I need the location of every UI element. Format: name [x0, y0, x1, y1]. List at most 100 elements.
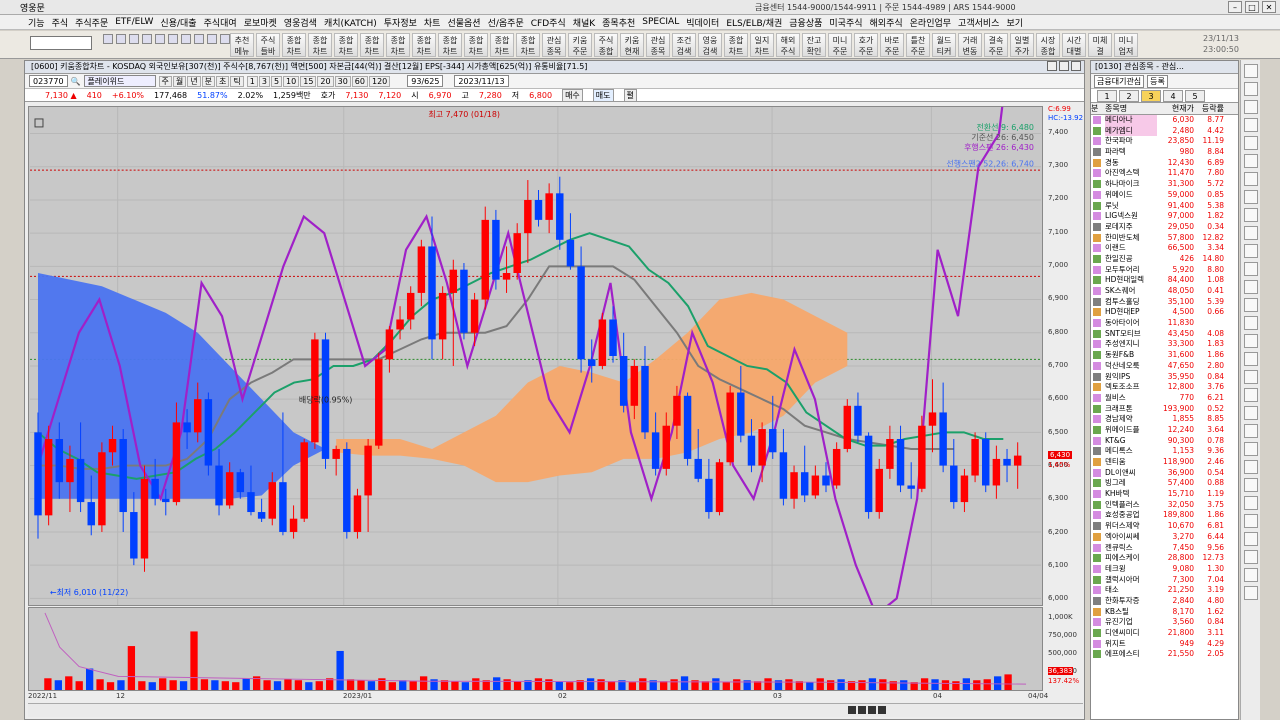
menu-item[interactable]: 고객서비스	[958, 16, 999, 29]
menu-item[interactable]: 캐치(KATCH)	[324, 16, 377, 29]
memo-icon[interactable]	[194, 34, 204, 44]
menu-item[interactable]: 신용/대출	[160, 16, 196, 29]
tool-icon[interactable]	[1244, 496, 1258, 510]
toolbar-button[interactable]: 종합 차트	[360, 33, 384, 57]
menu-item[interactable]: SPECIAL	[642, 17, 679, 27]
toolbar-button[interactable]: 종합 차트	[412, 33, 436, 57]
minimize-icon[interactable]	[1047, 61, 1057, 71]
list-item[interactable]: 테크윙 9,080 1.30	[1091, 564, 1238, 575]
tool-icon[interactable]	[1244, 550, 1258, 564]
toolbar-button[interactable]: 종합 차트	[464, 33, 488, 57]
volume-plot[interactable]	[28, 607, 1043, 691]
list-item[interactable]: 메디아나 6,030 8.77	[1091, 115, 1238, 126]
tool-icon[interactable]	[1244, 100, 1258, 114]
list-item[interactable]: 한일진공 426 14.80	[1091, 254, 1238, 265]
menu-item[interactable]: ELS/ELB/채권	[726, 16, 782, 29]
toolbar-button[interactable]: 영웅 검색	[698, 33, 722, 57]
count-input[interactable]: 93/625	[407, 75, 444, 87]
toolbar-button[interactable]: 바로 주문	[880, 33, 904, 57]
list-item[interactable]: 디엔씨미디 21,800 3.11	[1091, 628, 1238, 639]
list-item[interactable]: HD현대EP 4,500 0.66	[1091, 307, 1238, 318]
forward-icon[interactable]	[878, 706, 886, 714]
list-item[interactable]: 원익IPS 35,950 0.84	[1091, 372, 1238, 383]
menu-item[interactable]: 금융상품	[789, 16, 822, 29]
toolbar-button[interactable]: 미니 업저	[1114, 33, 1138, 57]
list-item[interactable]: 한국파마 23,850 11.19	[1091, 136, 1238, 147]
list-item[interactable]: 아진엑스텍 11,470 7.80	[1091, 168, 1238, 179]
watchlist-tab[interactable]: 1	[1097, 89, 1117, 102]
list-item[interactable]: 로데지주 29,050 0.34	[1091, 222, 1238, 233]
tool-icon[interactable]	[1244, 82, 1258, 96]
minute-button[interactable]: 15	[300, 75, 317, 87]
tool-icon[interactable]	[1244, 370, 1258, 384]
list-item[interactable]: 엑아이씨쎄 3,270 6.44	[1091, 532, 1238, 543]
minute-button[interactable]: 5	[270, 75, 283, 87]
toolbar-button[interactable]: 주식 들바	[256, 33, 280, 57]
list-item[interactable]: 경남제약 1,855 8.85	[1091, 414, 1238, 425]
list-item[interactable]: KB스틸 8,170 1.62	[1091, 607, 1238, 618]
toolbar-button[interactable]: 종합 차트	[490, 33, 514, 57]
tool-icon[interactable]	[1244, 154, 1258, 168]
tool-icon[interactable]	[1244, 442, 1258, 456]
toolbar-button[interactable]: 종합 차트	[334, 33, 358, 57]
stop-icon[interactable]	[868, 706, 876, 714]
tool-icon[interactable]	[1244, 64, 1258, 78]
gear-icon[interactable]	[142, 34, 152, 44]
close-icon[interactable]	[1071, 61, 1081, 71]
list-item[interactable]: 메디록스 1,153 9.36	[1091, 446, 1238, 457]
search-icon[interactable]: 🔍	[71, 77, 81, 86]
list-item[interactable]: DL이앤씨 36,900 0.54	[1091, 468, 1238, 479]
clock-icon[interactable]	[168, 34, 178, 44]
menu-item[interactable]: 종목추천	[602, 16, 635, 29]
menu-item[interactable]: 해외주식	[870, 16, 903, 29]
toolbar-button[interactable]: 호가 주문	[854, 33, 878, 57]
expand-button[interactable]: 펼	[623, 88, 637, 102]
list-item[interactable]: 빙그레 57,400 0.88	[1091, 478, 1238, 489]
list-item[interactable]: 주성엔지니 33,300 1.83	[1091, 339, 1238, 350]
list-item[interactable]: KT&G 90,300 0.78	[1091, 436, 1238, 447]
menu-item[interactable]: 주식	[52, 16, 69, 29]
tool-icon[interactable]	[1244, 208, 1258, 222]
list-item[interactable]: 하나마이크 31,300 5.72	[1091, 179, 1238, 190]
toolbar-button[interactable]: 미니 주문	[828, 33, 852, 57]
toolbar-button[interactable]: 월드 티커	[932, 33, 956, 57]
list-item[interactable]: 위메이드 59,000 0.85	[1091, 190, 1238, 201]
menu-item[interactable]: 로보마켓	[244, 16, 277, 29]
menu-item[interactable]: 선물옵션	[447, 16, 480, 29]
toolbar-button[interactable]: 종합 차트	[308, 33, 332, 57]
scroll-row[interactable]	[28, 703, 1083, 717]
period-button[interactable]: 분	[201, 75, 216, 87]
toolbar-button[interactable]: 추천 메뉴	[230, 33, 254, 57]
menu-item[interactable]: 차트	[424, 16, 441, 29]
list-item[interactable]: SNT모티브 43,450 4.08	[1091, 329, 1238, 340]
list-item[interactable]: 동원F&B 31,600 1.86	[1091, 350, 1238, 361]
tool-icon[interactable]	[1244, 388, 1258, 402]
price-plot[interactable]: 최고 7,470 (01/18) ←최저 6,010 (11/22) 배당락(0.9…	[28, 106, 1043, 606]
tool-icon[interactable]	[1244, 226, 1258, 240]
toolbar-button[interactable]: 관심 종목	[646, 33, 670, 57]
list-item[interactable]: 메가엠디 2,480 4.42	[1091, 125, 1238, 137]
tool-icon[interactable]	[1244, 316, 1258, 330]
list-item[interactable]: SK스퀘어 48,050 0.41	[1091, 286, 1238, 297]
list-item[interactable]: 효성중공업 189,800 1.86	[1091, 510, 1238, 521]
list-item[interactable]: 컴투스홀딩 35,100 5.39	[1091, 297, 1238, 308]
toolbar-button[interactable]: 결속 주문	[984, 33, 1008, 57]
toolbar-button[interactable]: 미체 결	[1088, 33, 1112, 57]
lock-icon[interactable]	[129, 34, 139, 44]
list-item[interactable]: 루닛 91,400 5.38	[1091, 201, 1238, 212]
list-item[interactable]: 한화투자증 2,840 4.80	[1091, 596, 1238, 607]
tool-icon[interactable]	[1244, 298, 1258, 312]
list-item[interactable]: 위메이드플 12,240 3.64	[1091, 425, 1238, 436]
toolbar-button[interactable]: 잔고 확인	[802, 33, 826, 57]
minute-button[interactable]: 1	[246, 75, 258, 87]
toolbar-button[interactable]: 거래 변동	[958, 33, 982, 57]
menu-item[interactable]: 주식대여	[204, 16, 237, 29]
sun-icon[interactable]	[220, 34, 230, 44]
menu-item[interactable]: 주식주문	[75, 16, 108, 29]
toolbar-button[interactable]: 조건 검색	[672, 33, 696, 57]
tool-icon[interactable]	[1244, 280, 1258, 294]
tool-icon[interactable]	[1244, 514, 1258, 528]
tool-icon[interactable]	[1244, 478, 1258, 492]
minute-button[interactable]: 10	[283, 75, 300, 87]
period-button[interactable]: 년	[187, 75, 201, 87]
